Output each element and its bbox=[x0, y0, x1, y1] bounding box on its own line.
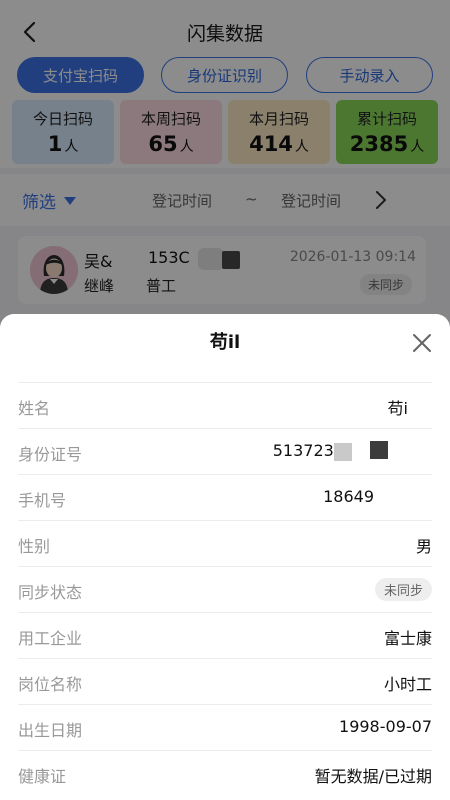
field-label: 用工企业 bbox=[18, 629, 83, 648]
sync-status-badge: 未同步 bbox=[374, 578, 432, 601]
field-value: 苟i bbox=[387, 399, 408, 418]
field-value: 富士康 bbox=[383, 629, 432, 648]
close-icon[interactable] bbox=[409, 330, 435, 356]
field-value: 暂无数据/已过期 bbox=[314, 767, 432, 786]
masked-region bbox=[334, 443, 352, 461]
field-value: 18649 bbox=[323, 487, 374, 506]
field-row-phone: 手机号 18649 bbox=[18, 474, 432, 520]
field-label: 身份证号 bbox=[18, 445, 83, 464]
field-row-position: 岗位名称 小时工 bbox=[18, 658, 432, 704]
masked-region bbox=[370, 441, 388, 459]
field-label: 岗位名称 bbox=[18, 675, 83, 694]
field-row-sync-status: 同步状态 未同步 bbox=[18, 566, 432, 612]
field-value: 男 bbox=[415, 537, 432, 556]
field-value: 小时工 bbox=[383, 675, 432, 694]
sheet-title: 苟il bbox=[209, 332, 241, 353]
field-value: 1998-09-07 bbox=[339, 717, 432, 736]
field-label: 姓名 bbox=[18, 399, 51, 418]
field-row-birthdate: 出生日期 1998-09-07 bbox=[18, 704, 432, 750]
field-label: 手机号 bbox=[18, 491, 67, 510]
field-row-company: 用工企业 富士康 bbox=[18, 612, 432, 658]
field-label: 性别 bbox=[18, 537, 51, 556]
field-label: 同步状态 bbox=[18, 583, 83, 602]
field-row-idcard: 身份证号 5137237 bbox=[18, 428, 432, 474]
detail-sheet: 苟il 姓名 苟i 身份证号 5137237 手机号 18649 性别 男 同步… bbox=[0, 314, 450, 800]
field-row-gender: 性别 男 bbox=[18, 520, 432, 566]
field-label: 出生日期 bbox=[18, 721, 83, 740]
field-row-name: 姓名 苟i bbox=[18, 382, 432, 428]
field-label: 健康证 bbox=[18, 767, 67, 786]
field-row-health-cert: 健康证 暂无数据/已过期 bbox=[18, 750, 432, 796]
